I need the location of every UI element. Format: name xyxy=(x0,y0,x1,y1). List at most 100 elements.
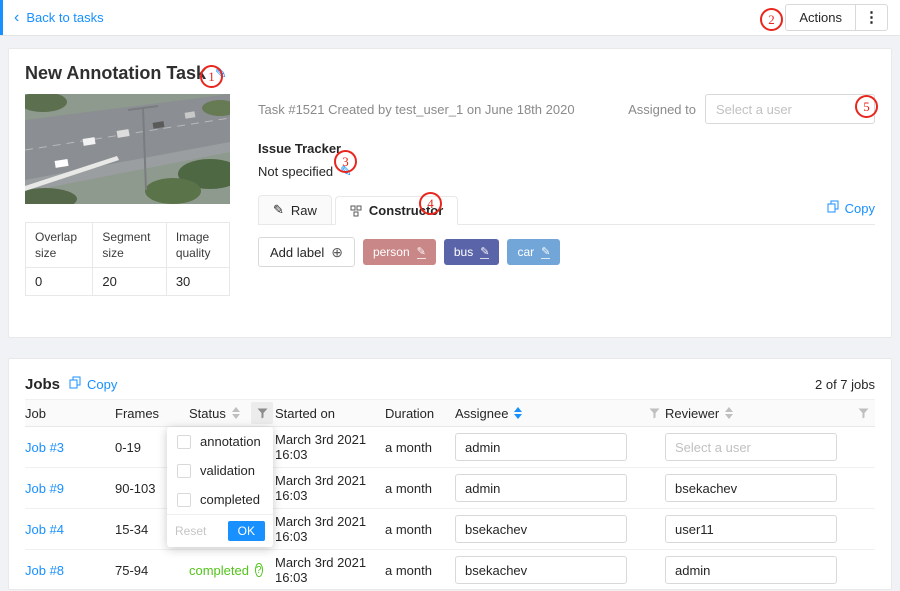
question-circle-icon[interactable]: ? xyxy=(255,563,263,577)
assignee-input[interactable] xyxy=(455,556,627,584)
column-started-on: Started on xyxy=(275,406,385,421)
reviewer-input[interactable] xyxy=(665,474,837,502)
sort-carets-active-icon xyxy=(514,407,522,419)
tab-raw[interactable]: ✎ Raw xyxy=(258,195,332,225)
back-arrow-icon: ‹ xyxy=(14,10,19,26)
copy-icon xyxy=(69,376,81,392)
tab-raw-label: Raw xyxy=(291,203,317,218)
checkbox-icon[interactable] xyxy=(177,464,191,478)
assignee-input[interactable] xyxy=(455,433,627,461)
label-chip-car[interactable]: car ✎ xyxy=(507,239,560,265)
jobs-card: Jobs Copy 2 of 7 jobs Job Frames Status … xyxy=(8,358,892,590)
label-chip-person[interactable]: person ✎ xyxy=(363,239,436,265)
annotation-circle-3: 3 xyxy=(334,150,357,173)
assignee-input[interactable] xyxy=(455,474,627,502)
copy-jobs-label: Copy xyxy=(87,377,117,392)
param-header-segment: Segment size xyxy=(93,223,166,268)
started-cell: March 3rd 2021 16:03 xyxy=(275,514,385,544)
assigned-to-label: Assigned to xyxy=(628,102,696,117)
filter-option-completed[interactable]: completed xyxy=(167,485,273,514)
page: ‹ Back to tasks Actions ⋮ New Annotation… xyxy=(0,0,900,590)
frames-cell: 75-94 xyxy=(115,563,189,578)
filter-option-validation[interactable]: validation xyxy=(167,456,273,485)
plus-circle-icon: ⊕ xyxy=(331,245,343,259)
raw-pencil-icon: ✎ xyxy=(273,202,284,218)
filter-option-label: annotation xyxy=(200,434,261,449)
param-value-segment: 20 xyxy=(93,268,166,296)
table-row: Job #4 15-34 March 3rd 2021 16:03 a mont… xyxy=(25,509,875,550)
job-link[interactable]: Job #4 xyxy=(25,522,115,537)
status-cell: completed ? xyxy=(189,563,249,578)
task-title: New Annotation Task xyxy=(25,63,206,84)
copy-icon xyxy=(827,200,839,216)
filter-option-label: validation xyxy=(200,463,255,478)
task-left-column: Overlap size Segment size Image quality … xyxy=(25,94,230,296)
duration-cell: a month xyxy=(385,481,455,496)
labels-constructor-area: Add label ⊕ person ✎ bus ✎ car ✎ xyxy=(258,225,875,279)
task-card: New Annotation Task ✎ xyxy=(8,48,892,338)
copy-labels-link[interactable]: Copy xyxy=(827,200,875,224)
status-completed: completed xyxy=(189,563,249,578)
add-label-text: Add label xyxy=(270,245,324,260)
column-duration: Duration xyxy=(385,406,455,421)
filter-option-annotation[interactable]: annotation xyxy=(167,427,273,456)
copy-labels-label: Copy xyxy=(845,201,875,216)
column-status-sort[interactable]: Status xyxy=(189,406,249,421)
table-row: Job #8 75-94 completed ? March 3rd 2021 … xyxy=(25,550,875,591)
task-assignee-input[interactable] xyxy=(705,94,875,124)
copy-jobs-link[interactable]: Copy xyxy=(69,376,117,392)
jobs-table-header: Job Frames Status Started on Duration As… xyxy=(25,399,875,427)
job-link[interactable]: Job #3 xyxy=(25,440,115,455)
reviewer-filter-icon[interactable] xyxy=(851,408,875,419)
edit-label-icon[interactable]: ✎ xyxy=(480,245,489,259)
started-cell: March 3rd 2021 16:03 xyxy=(275,473,385,503)
annotation-circle-4: 4 xyxy=(419,192,442,215)
job-link[interactable]: Job #9 xyxy=(25,481,115,496)
label-chip-bus[interactable]: bus ✎ xyxy=(444,239,500,265)
sort-carets-icon xyxy=(725,407,733,419)
reviewer-input[interactable] xyxy=(665,433,837,461)
param-value-overlap: 0 xyxy=(26,268,93,296)
column-assignee-sort[interactable]: Assignee xyxy=(455,406,643,421)
task-right-column: Task #1521 Created by test_user_1 on Jun… xyxy=(258,94,875,296)
jobs-count: 2 of 7 jobs xyxy=(815,377,875,392)
back-to-tasks-label: Back to tasks xyxy=(26,10,103,25)
status-filter-dropdown: annotation validation completed Reset OK xyxy=(167,427,273,547)
task-preview-image xyxy=(25,94,230,204)
jobs-title: Jobs xyxy=(25,376,60,393)
annotation-circle-1: 1 xyxy=(200,65,223,88)
actions-button[interactable]: Actions ⋮ xyxy=(785,4,888,31)
column-reviewer-sort[interactable]: Reviewer xyxy=(665,406,851,421)
param-value-quality: 30 xyxy=(166,268,229,296)
filter-reset-button[interactable]: Reset xyxy=(175,524,206,538)
status-filter-icon[interactable] xyxy=(249,402,275,424)
task-meta: Task #1521 Created by test_user_1 on Jun… xyxy=(258,102,575,117)
labels-tabs: ✎ Raw Constructor Copy xyxy=(258,195,875,225)
column-assignee-label: Assignee xyxy=(455,406,508,421)
job-link[interactable]: Job #8 xyxy=(25,563,115,578)
add-label-button[interactable]: Add label ⊕ xyxy=(258,237,355,267)
constructor-icon xyxy=(350,205,362,217)
issue-tracker-value: Not specified xyxy=(258,164,333,179)
assigned-to-group: Assigned to xyxy=(628,94,875,124)
filter-ok-button[interactable]: OK xyxy=(228,521,265,541)
label-chip-person-name: person xyxy=(373,245,410,259)
assignee-filter-icon[interactable] xyxy=(643,408,665,419)
edit-label-icon[interactable]: ✎ xyxy=(417,245,426,259)
duration-cell: a month xyxy=(385,522,455,537)
checkbox-icon[interactable] xyxy=(177,435,191,449)
checkbox-icon[interactable] xyxy=(177,493,191,507)
started-cell: March 3rd 2021 16:03 xyxy=(275,555,385,585)
column-frames: Frames xyxy=(115,406,189,421)
reviewer-input[interactable] xyxy=(665,515,837,543)
reviewer-input[interactable] xyxy=(665,556,837,584)
started-cell: March 3rd 2021 16:03 xyxy=(275,432,385,462)
edit-label-icon[interactable]: ✎ xyxy=(541,245,550,259)
column-job: Job xyxy=(25,406,115,421)
label-chip-bus-name: bus xyxy=(454,245,473,259)
more-menu-icon[interactable]: ⋮ xyxy=(856,10,887,25)
assignee-input[interactable] xyxy=(455,515,627,543)
param-header-quality: Image quality xyxy=(166,223,229,268)
back-to-tasks-link[interactable]: ‹ Back to tasks xyxy=(14,10,104,26)
label-chip-car-name: car xyxy=(517,245,534,259)
